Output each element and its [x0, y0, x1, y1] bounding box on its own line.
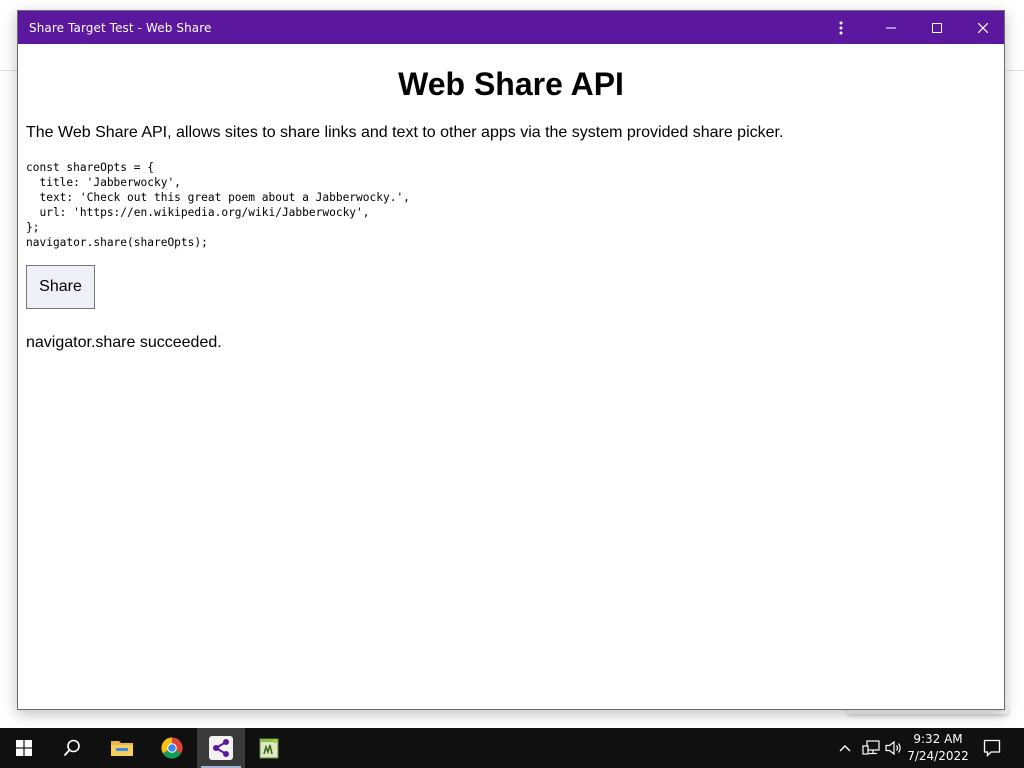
search-icon [63, 739, 80, 757]
clock-time: 9:32 AM [913, 732, 963, 746]
action-center-button[interactable] [983, 738, 1001, 758]
system-clock[interactable]: 9:32 AM 7/24/2022 [905, 731, 971, 765]
taskbar-notepad-plus-plus[interactable] [245, 728, 293, 768]
app-window: Share Target Test - Web Share Web Share … [17, 10, 1005, 710]
windows-start-icon [16, 740, 32, 756]
code-sample: const shareOpts = { title: 'Jabberwocky'… [26, 160, 410, 250]
close-icon [978, 22, 988, 33]
page-description: The Web Share API, allows sites to share… [26, 124, 784, 141]
taskbar: 9:32 AM 7/24/2022 [0, 728, 1024, 768]
taskbar-chrome[interactable] [148, 728, 196, 768]
taskbar-share-app[interactable] [197, 728, 245, 768]
show-hidden-icons-button[interactable] [839, 738, 851, 758]
code-line: url: 'https://en.wikipedia.org/wiki/Jabb… [26, 206, 370, 219]
volume-icon [885, 740, 901, 756]
file-explorer-icon [111, 741, 133, 756]
notepad-plus-plus-icon [259, 738, 279, 759]
minimize-icon [886, 27, 896, 28]
window-title: Share Target Test - Web Share [29, 21, 212, 35]
volume-button[interactable] [885, 738, 903, 758]
close-button[interactable] [960, 11, 1006, 44]
code-line: const shareOpts = { [26, 161, 154, 174]
code-line: title: 'Jabberwocky', [26, 176, 181, 189]
chevron-up-icon [839, 745, 851, 752]
maximize-icon [932, 22, 942, 33]
search-button[interactable] [48, 728, 96, 768]
page-title: Web Share API [398, 66, 624, 102]
share-button[interactable]: Share [26, 265, 95, 309]
more-options-icon [839, 21, 843, 34]
title-bar[interactable]: Share Target Test - Web Share [18, 11, 1004, 44]
minimize-button[interactable] [868, 11, 914, 44]
code-line: text: 'Check out this great poem about a… [26, 191, 410, 204]
background-window-edge [1006, 44, 1024, 71]
status-message: navigator.share succeeded. [26, 334, 222, 351]
network-button[interactable] [862, 738, 880, 758]
code-line: }; [26, 221, 40, 234]
clock-date: 7/24/2022 [907, 749, 969, 763]
background-window-edge [0, 44, 17, 71]
network-icon [862, 740, 880, 755]
code-line: navigator.share(shareOpts); [26, 236, 208, 249]
share-app-icon [209, 736, 233, 760]
more-options-button[interactable] [818, 11, 864, 44]
maximize-button[interactable] [914, 11, 960, 44]
start-button[interactable] [0, 728, 48, 768]
page-content: Web Share API The Web Share API, allows … [18, 44, 1004, 709]
action-center-icon [983, 739, 1001, 757]
chrome-icon [161, 737, 183, 759]
taskbar-file-explorer[interactable] [98, 728, 146, 768]
